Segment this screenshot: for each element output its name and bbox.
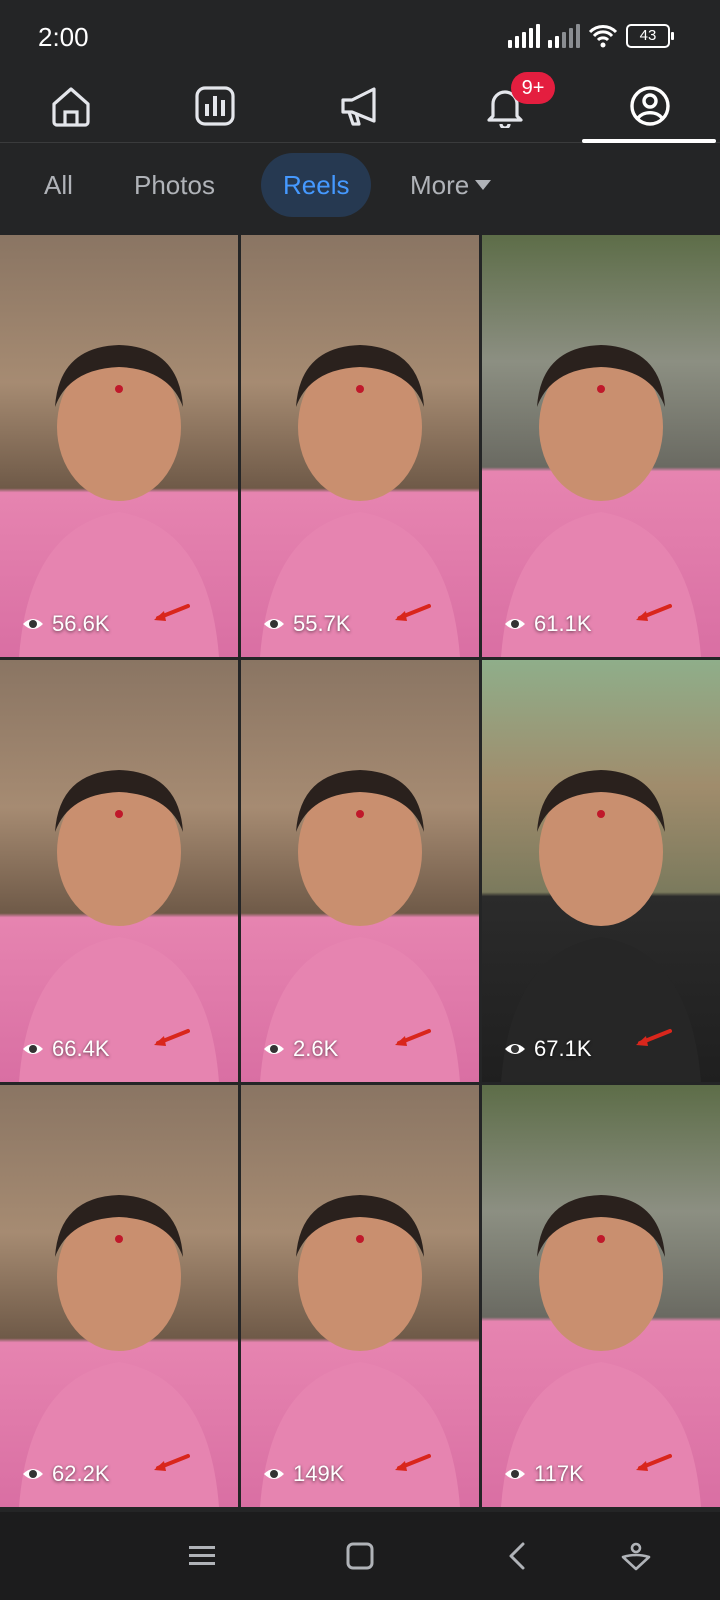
reel-tile[interactable]: 2.6K [241,660,479,1082]
assistant-button[interactable] [614,1534,658,1578]
view-count-text: 61.1K [534,611,592,636]
top-nav: 9+ [0,70,720,143]
nav-home[interactable] [21,70,121,142]
square-icon [346,1542,374,1570]
menu-icon [189,1546,215,1565]
view-count-text: 67.1K [534,1036,592,1061]
reel-tile[interactable]: 67.1K [482,660,720,1082]
view-count: 61.1K [504,611,592,637]
person-silhouette-icon [260,345,460,657]
person-silhouette-icon [260,1195,460,1507]
view-count: 117K [504,1461,584,1487]
caret-down-icon [475,180,492,191]
eye-icon [264,619,284,629]
view-count: 66.4K [22,1036,110,1062]
home-icon [52,87,90,127]
nav-profile[interactable] [600,70,700,142]
assistant-icon [621,1542,651,1571]
reel-tile[interactable]: 66.4K [0,660,238,1082]
person-silhouette-icon [260,770,460,1082]
view-count: 67.1K [504,1036,592,1062]
eye-icon [505,1469,525,1479]
red-arrow-icon [154,1029,190,1046]
filter-reels[interactable]: Reels [261,153,372,217]
nav-notifications[interactable]: 9+ [455,70,555,142]
person-silhouette-icon [501,345,701,657]
view-count: 62.2K [22,1461,110,1487]
view-count-text: 66.4K [52,1036,110,1061]
bar-chart-icon [195,86,235,126]
status-icons: 43 [508,24,674,48]
nav-ads[interactable] [310,70,410,142]
person-silhouette-icon [19,345,219,657]
nav-dashboard[interactable] [165,70,265,142]
reel-tile[interactable]: 117K [482,1085,720,1507]
view-count: 56.6K [22,611,110,637]
red-arrow-icon [154,604,190,621]
reel-tile[interactable]: 149K [241,1085,479,1507]
filter-photos[interactable]: Photos [112,153,237,217]
red-arrow-icon [395,1454,431,1471]
signal-icon [508,24,540,48]
back-icon [509,1542,525,1570]
red-arrow-icon [636,1029,672,1046]
filter-more[interactable]: More [388,153,513,217]
profile-icon [630,86,670,126]
eye-icon [505,619,525,629]
red-arrow-icon [636,604,672,621]
filter-bar: All Photos Reels More [0,143,720,235]
person-silhouette-icon [501,1195,701,1507]
megaphone-icon [341,87,376,126]
eye-icon [23,1469,43,1479]
view-count-text: 55.7K [293,611,351,636]
red-arrow-icon [395,604,431,621]
red-arrow-icon [636,1454,672,1471]
view-count-text: 117K [534,1461,584,1486]
eye-icon [505,1044,525,1054]
status-bar: 2:00 43 [0,0,720,70]
filter-more-label: More [410,170,470,200]
red-arrow-icon [154,1454,190,1471]
reels-grid: 56.6K 55.7K 61.1K 66.4K 2.6K 67.1K 62.2K… [0,235,720,1507]
view-count: 55.7K [263,611,351,637]
person-silhouette-icon [19,770,219,1082]
reel-tile[interactable]: 62.2K [0,1085,238,1507]
eye-icon [23,619,43,629]
battery-indicator: 43 [626,24,674,48]
view-count: 2.6K [263,1036,338,1062]
red-arrow-icon [395,1029,431,1046]
home-button[interactable] [338,1534,382,1578]
reel-tile[interactable]: 56.6K [0,235,238,657]
eye-icon [264,1469,284,1479]
reel-tile[interactable]: 61.1K [482,235,720,657]
view-count: 149K [263,1461,344,1487]
person-silhouette-icon [19,1195,219,1507]
menu-button[interactable] [180,1534,224,1578]
system-nav-bar [0,1512,720,1600]
status-time: 2:00 [38,22,89,52]
filter-all[interactable]: All [22,153,95,217]
wifi-icon [588,25,618,48]
signal-2-icon [548,24,580,48]
reel-tile[interactable]: 55.7K [241,235,479,657]
eye-icon [23,1044,43,1054]
view-count-text: 149K [293,1461,345,1486]
notification-badge: 9+ [511,72,555,104]
view-count-text: 2.6K [293,1036,339,1061]
view-count-text: 56.6K [52,611,110,636]
eye-icon [264,1044,284,1054]
back-button[interactable] [496,1534,540,1578]
person-silhouette-icon [501,770,701,1082]
view-count-text: 62.2K [52,1461,110,1486]
